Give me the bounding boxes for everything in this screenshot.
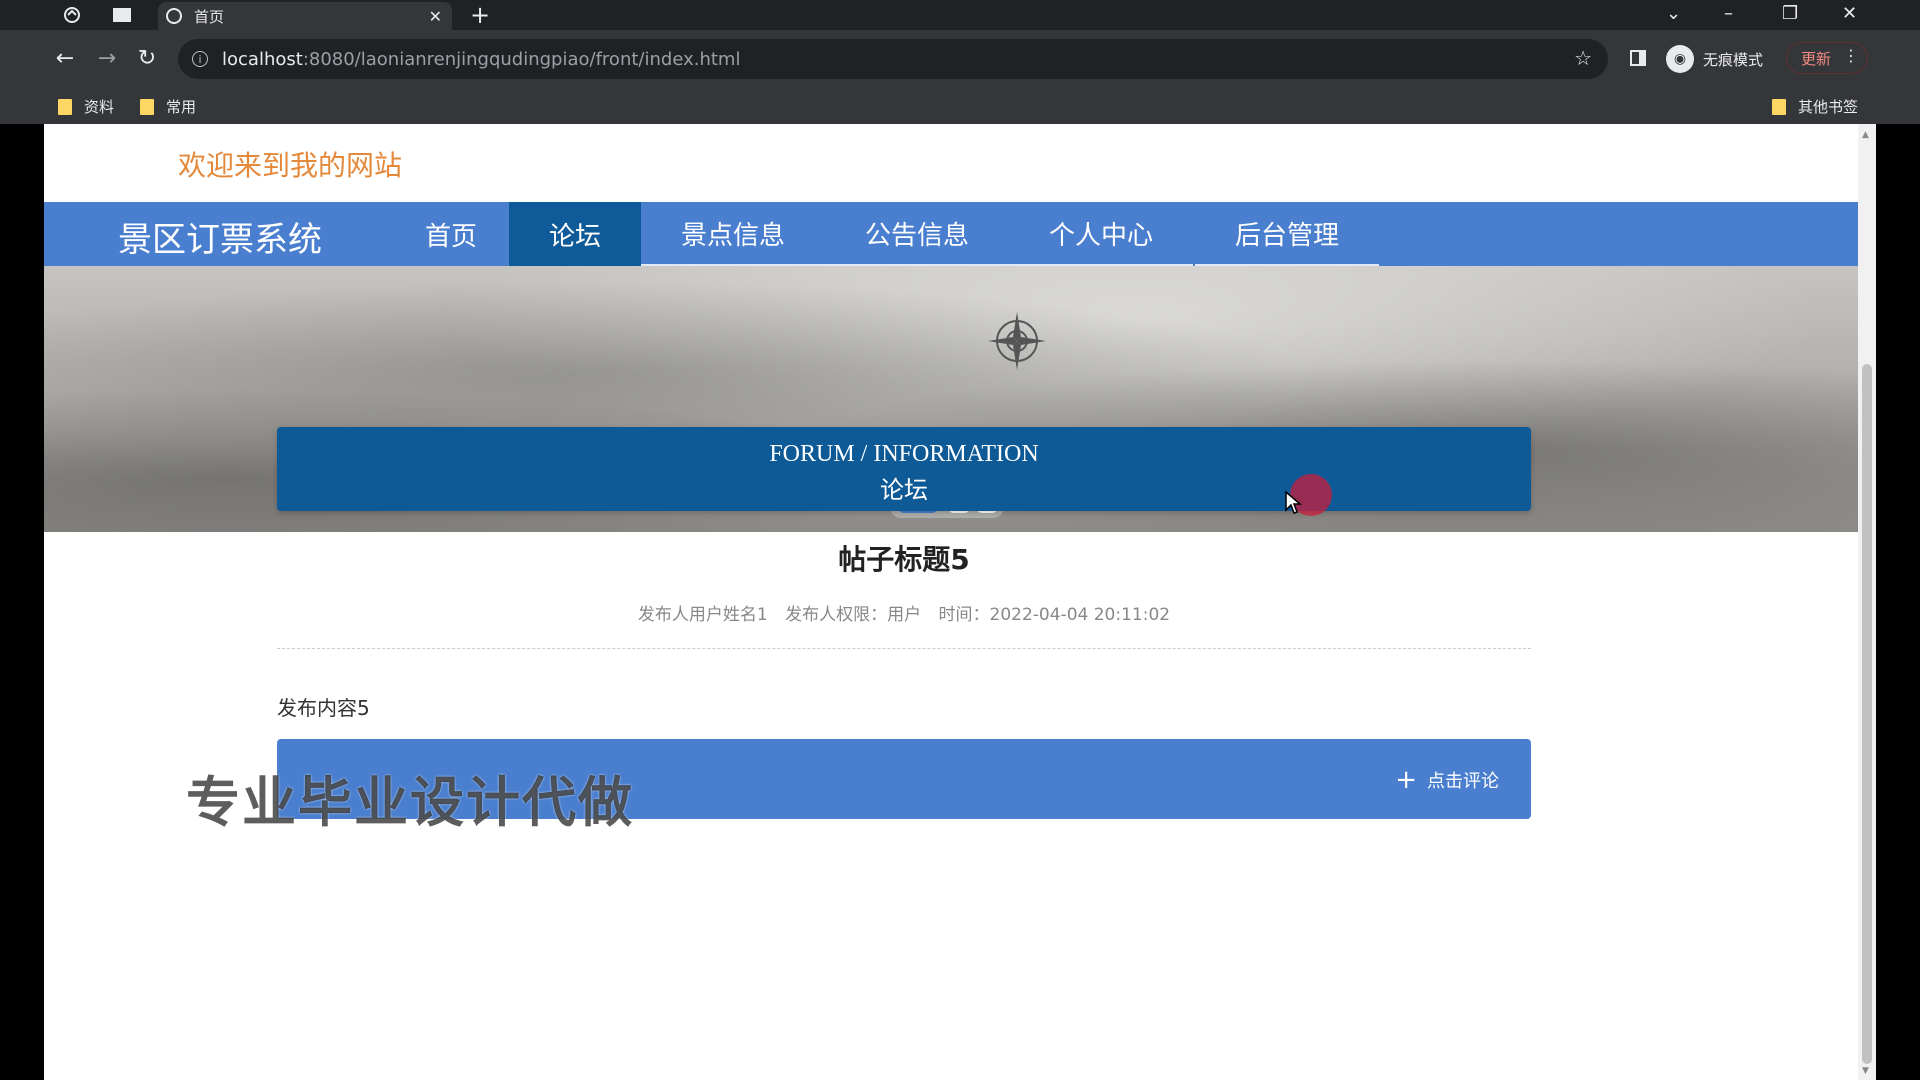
browser-tab-strip: 首页 ✕ + ⌄ – ❐ ✕ [0, 0, 1920, 30]
post-meta: 发布人用户姓名1 发布人权限：用户 时间：2022-04-04 20:11:02 [277, 600, 1531, 625]
plus-icon: + [1395, 765, 1417, 795]
address-bar[interactable]: i localhost:8080/laonianrenjingqudingpia… [178, 39, 1608, 79]
url-host: localhost [222, 48, 303, 70]
forum-section-header: FORUM / INFORMATION 论坛 [277, 427, 1531, 511]
nav-personal-center[interactable]: 个人中心 [1009, 202, 1193, 266]
nav-home[interactable]: 首页 [390, 202, 512, 266]
scrollbar-thumb[interactable] [1862, 364, 1872, 1064]
bookmark-folder-changyong[interactable]: 常用 [140, 96, 196, 117]
folder-icon [140, 98, 154, 115]
tab-group-icon[interactable] [112, 5, 132, 25]
divider [277, 648, 1531, 649]
bookmark-label: 资料 [84, 98, 115, 116]
browser-toolbar: ← → ↻ i localhost:8080/laonianrenjingqud… [0, 30, 1920, 88]
post-content: 发布内容5 [277, 696, 370, 720]
globe-icon [166, 8, 182, 24]
bookmark-star-icon[interactable]: ☆ [1574, 46, 1592, 70]
scroll-up-arrow[interactable]: ▲ [1862, 130, 1869, 140]
update-button[interactable]: 更新 ⋮ [1786, 42, 1868, 74]
scroll-down-arrow[interactable]: ▼ [1862, 1066, 1869, 1076]
welcome-text: 欢迎来到我的网站 [178, 149, 403, 182]
nav-forum[interactable]: 论坛 [509, 202, 641, 266]
post-time: 时间：2022-04-04 20:11:02 [938, 605, 1171, 625]
reload-button[interactable]: ↻ [134, 46, 160, 71]
menu-dots-icon[interactable]: ⋮ [1843, 46, 1859, 65]
nav-announcements[interactable]: 公告信息 [825, 202, 1009, 266]
info-icon[interactable]: i [192, 51, 208, 67]
tab-title: 首页 [194, 7, 225, 26]
tab-search-icon[interactable] [62, 5, 82, 25]
bookmark-folder-ziliao[interactable]: 资料 [58, 96, 114, 117]
chevron-down-icon[interactable]: ⌄ [1666, 3, 1681, 24]
update-label: 更新 [1801, 49, 1832, 68]
nav-admin[interactable]: 后台管理 [1195, 202, 1379, 266]
side-panel-icon[interactable] [1630, 50, 1646, 66]
post-role: 发布人权限：用户 [785, 605, 922, 625]
new-tab-button[interactable]: + [470, 1, 490, 29]
browser-tab-home[interactable]: 首页 ✕ [158, 2, 452, 30]
section-title-en: FORUM / INFORMATION [769, 441, 1039, 467]
incognito-icon[interactable]: ◉ [1666, 45, 1694, 73]
nav-attractions[interactable]: 景点信息 [641, 202, 825, 266]
mouse-cursor-icon [1285, 490, 1302, 514]
watermark-overlay: 专业毕业设计代做 [186, 771, 634, 834]
comment-label: 点击评论 [1427, 771, 1499, 792]
forward-button[interactable]: → [94, 46, 120, 71]
folder-icon [1772, 98, 1786, 115]
back-button[interactable]: ← [52, 46, 78, 71]
url-path: :8080/laonianrenjingqudingpiao/front/ind… [302, 48, 741, 70]
post-author: 发布人用户姓名1 [637, 605, 768, 625]
minimize-button[interactable]: – [1724, 3, 1733, 24]
bookmark-folder-other[interactable]: 其他书签 [1772, 96, 1858, 117]
window-close-button[interactable]: ✕ [1842, 3, 1857, 24]
close-icon[interactable]: ✕ [429, 7, 442, 26]
bookmarks-bar: 资料 常用 其他书签 [0, 88, 1920, 124]
site-brand[interactable]: 景区订票系统 [118, 212, 322, 261]
restore-button[interactable]: ❐ [1782, 3, 1798, 24]
bookmark-label: 常用 [166, 98, 197, 116]
post-title: 帖子标题5 [838, 543, 970, 576]
add-comment-button[interactable]: + 点击评论 [1395, 767, 1499, 793]
folder-icon [58, 98, 72, 115]
page-scrollbar[interactable]: ▲ ▼ [1858, 124, 1876, 1080]
section-title-zh: 论坛 [880, 476, 928, 504]
bookmark-label: 其他书签 [1798, 98, 1859, 116]
site-navbar: 景区订票系统 首页 论坛 景点信息 公告信息 个人中心 后台管理 [44, 202, 1858, 266]
compass-icon [988, 312, 1046, 370]
incognito-label: 无痕模式 [1703, 51, 1764, 69]
